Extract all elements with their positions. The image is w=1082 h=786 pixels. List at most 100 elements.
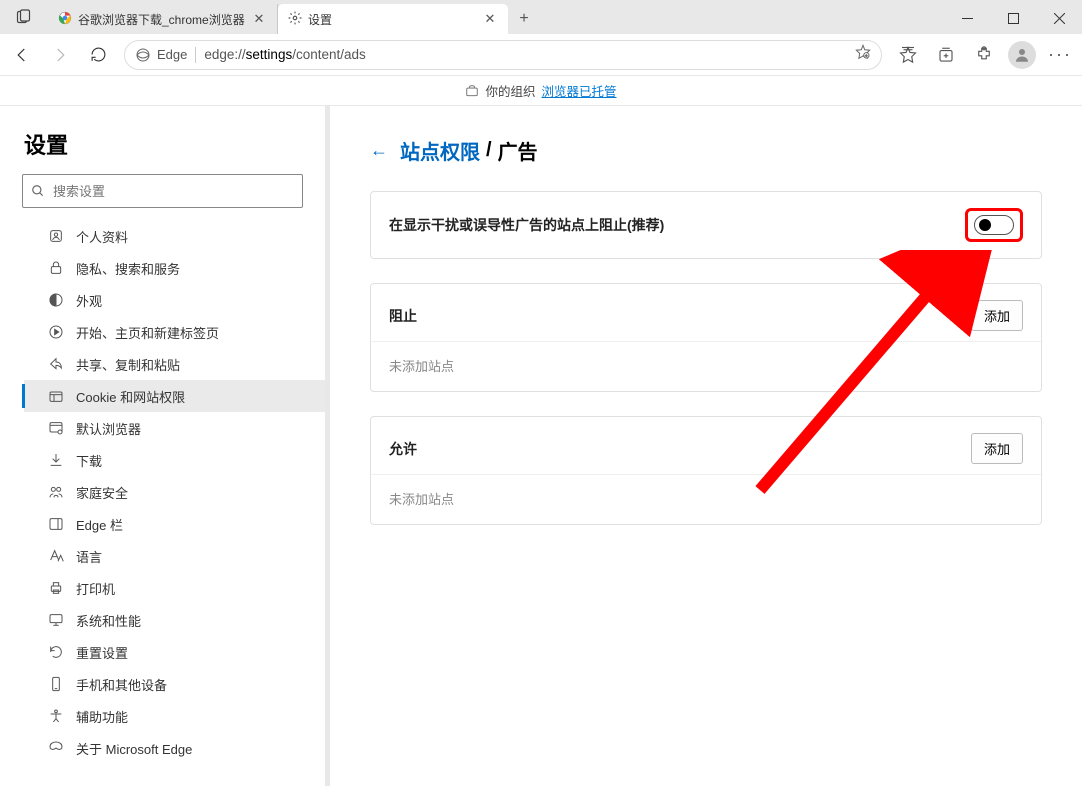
divider xyxy=(195,47,196,63)
titlebar: 谷歌浏览器下载_chrome浏览器 ✕ 设置 ✕ + xyxy=(0,0,1082,34)
chrome-icon xyxy=(58,11,72,28)
close-window-button[interactable] xyxy=(1036,2,1082,34)
sidebar-item-label: 开始、主页和新建标签页 xyxy=(76,323,219,342)
sidebar-item-about[interactable]: 关于 Microsoft Edge xyxy=(24,732,325,764)
sidebar-item-label: 隐私、搜索和服务 xyxy=(76,259,180,278)
forward-button xyxy=(42,39,78,71)
back-button[interactable] xyxy=(4,39,40,71)
sidebar-item-label: 外观 xyxy=(76,291,102,310)
sidebar-item-label: 个人资料 xyxy=(76,227,128,246)
star-icon[interactable]: + xyxy=(855,44,871,65)
sidebar-item-person[interactable]: 个人资料 xyxy=(24,220,325,252)
sidebar-item-download[interactable]: 下载 xyxy=(24,444,325,476)
reset-icon xyxy=(48,644,64,660)
sidebar-item-browser[interactable]: 默认浏览器 xyxy=(24,412,325,444)
download-icon xyxy=(48,452,64,468)
gear-icon xyxy=(288,11,302,28)
sidebar-item-accessibility[interactable]: 辅助功能 xyxy=(24,700,325,732)
sidebar-item-label: 打印机 xyxy=(76,579,115,598)
phone-icon xyxy=(48,676,64,692)
sidebar-item-edgebar[interactable]: Edge 栏 xyxy=(24,508,325,540)
briefcase-icon xyxy=(465,84,479,98)
block-ads-toggle[interactable] xyxy=(974,215,1014,235)
sidebar-item-label: 重置设置 xyxy=(76,643,128,662)
printer-icon xyxy=(48,580,64,596)
allow-title: 允许 xyxy=(389,439,417,459)
sidebar-item-label: 默认浏览器 xyxy=(76,419,141,438)
sidebar-item-label: 手机和其他设备 xyxy=(76,675,167,694)
appearance-icon xyxy=(48,292,64,308)
site-identity[interactable]: Edge xyxy=(135,47,187,63)
minimize-button[interactable] xyxy=(944,2,990,34)
collections-icon[interactable] xyxy=(928,39,964,71)
card-block-toggle: 在显示干扰或误导性广告的站点上阻止(推荐) xyxy=(370,191,1042,259)
main: 设置 个人资料隐私、搜索和服务外观开始、主页和新建标签页共享、复制和粘贴Cook… xyxy=(0,106,1082,786)
person-icon xyxy=(48,228,64,244)
card-allow-list: 允许 添加 未添加站点 xyxy=(370,416,1042,525)
sidebar-item-appearance[interactable]: 外观 xyxy=(24,284,325,316)
sidebar-item-family[interactable]: 家庭安全 xyxy=(24,476,325,508)
sidebar: 设置 个人资料隐私、搜索和服务外观开始、主页和新建标签页共享、复制和粘贴Cook… xyxy=(0,106,330,786)
card-block-list: 阻止 添加 未添加站点 xyxy=(370,283,1042,392)
breadcrumb-separator: / xyxy=(486,139,492,162)
sidebar-item-label: 语言 xyxy=(76,547,102,566)
sidebar-item-label: Cookie 和网站权限 xyxy=(76,387,185,406)
breadcrumb-link[interactable]: 站点权限 xyxy=(400,136,480,165)
maximize-button[interactable] xyxy=(990,2,1036,34)
sidebar-item-label: 辅助功能 xyxy=(76,707,128,726)
more-icon[interactable]: ··· xyxy=(1042,39,1078,71)
address-bar[interactable]: Edge edge://settings/content/ads + xyxy=(124,40,882,70)
accessibility-icon xyxy=(48,708,64,724)
back-arrow-icon[interactable]: ← xyxy=(370,140,390,161)
toolbar: Edge edge://settings/content/ads + ··· xyxy=(0,34,1082,76)
extensions-icon[interactable] xyxy=(966,39,1002,71)
close-icon[interactable]: ✕ xyxy=(251,11,267,27)
sidebar-item-cookie[interactable]: Cookie 和网站权限 xyxy=(24,380,325,412)
org-banner-link[interactable]: 浏览器已托管 xyxy=(542,81,617,100)
tab-title: 设置 xyxy=(308,11,476,28)
edge-label: Edge xyxy=(157,47,187,62)
search-icon xyxy=(31,184,45,198)
sidebar-item-share[interactable]: 共享、复制和粘贴 xyxy=(24,348,325,380)
sidebar-item-label: 下载 xyxy=(76,451,102,470)
sidebar-item-lock[interactable]: 隐私、搜索和服务 xyxy=(24,252,325,284)
block-empty-text: 未添加站点 xyxy=(371,341,1041,391)
system-icon xyxy=(48,612,64,628)
tab-settings[interactable]: 设置 ✕ xyxy=(278,4,508,34)
add-block-button[interactable]: 添加 xyxy=(971,300,1023,331)
search-input-wrap[interactable] xyxy=(22,174,303,208)
sidebar-item-start[interactable]: 开始、主页和新建标签页 xyxy=(24,316,325,348)
breadcrumb: ← 站点权限 / 广告 xyxy=(370,136,1042,165)
toggle-label: 在显示干扰或误导性广告的站点上阻止(推荐) xyxy=(389,215,664,235)
allow-empty-text: 未添加站点 xyxy=(371,474,1041,524)
sidebar-item-printer[interactable]: 打印机 xyxy=(24,572,325,604)
start-icon xyxy=(48,324,64,340)
sidebar-item-language[interactable]: 语言 xyxy=(24,540,325,572)
sidebar-item-system[interactable]: 系统和性能 xyxy=(24,604,325,636)
sidebar-item-label: 关于 Microsoft Edge xyxy=(76,739,192,758)
tab-actions-icon[interactable] xyxy=(0,0,48,34)
breadcrumb-current: 广告 xyxy=(498,136,538,165)
url-text: edge://settings/content/ads xyxy=(204,47,847,62)
sidebar-item-phone[interactable]: 手机和其他设备 xyxy=(24,668,325,700)
tab-chrome-download[interactable]: 谷歌浏览器下载_chrome浏览器 ✕ xyxy=(48,4,278,34)
sidebar-item-label: 共享、复制和粘贴 xyxy=(76,355,180,374)
org-banner: 你的组织浏览器已托管 xyxy=(0,76,1082,106)
about-icon xyxy=(48,740,64,756)
add-allow-button[interactable]: 添加 xyxy=(971,433,1023,464)
annotation-highlight xyxy=(965,208,1023,242)
org-banner-text: 你的组织 xyxy=(485,81,535,100)
new-tab-button[interactable]: + xyxy=(508,4,540,34)
favorites-icon[interactable] xyxy=(890,39,926,71)
avatar[interactable] xyxy=(1008,41,1036,69)
family-icon xyxy=(48,484,64,500)
sidebar-item-label: 家庭安全 xyxy=(76,483,128,502)
sidebar-item-label: Edge 栏 xyxy=(76,515,123,534)
close-icon[interactable]: ✕ xyxy=(482,11,498,27)
content: ← 站点权限 / 广告 在显示干扰或误导性广告的站点上阻止(推荐) 阻止 添加 … xyxy=(330,106,1082,786)
search-input[interactable] xyxy=(53,184,294,199)
refresh-button[interactable] xyxy=(80,39,116,71)
sidebar-item-label: 系统和性能 xyxy=(76,611,141,630)
sidebar-item-reset[interactable]: 重置设置 xyxy=(24,636,325,668)
window-controls xyxy=(944,2,1082,34)
